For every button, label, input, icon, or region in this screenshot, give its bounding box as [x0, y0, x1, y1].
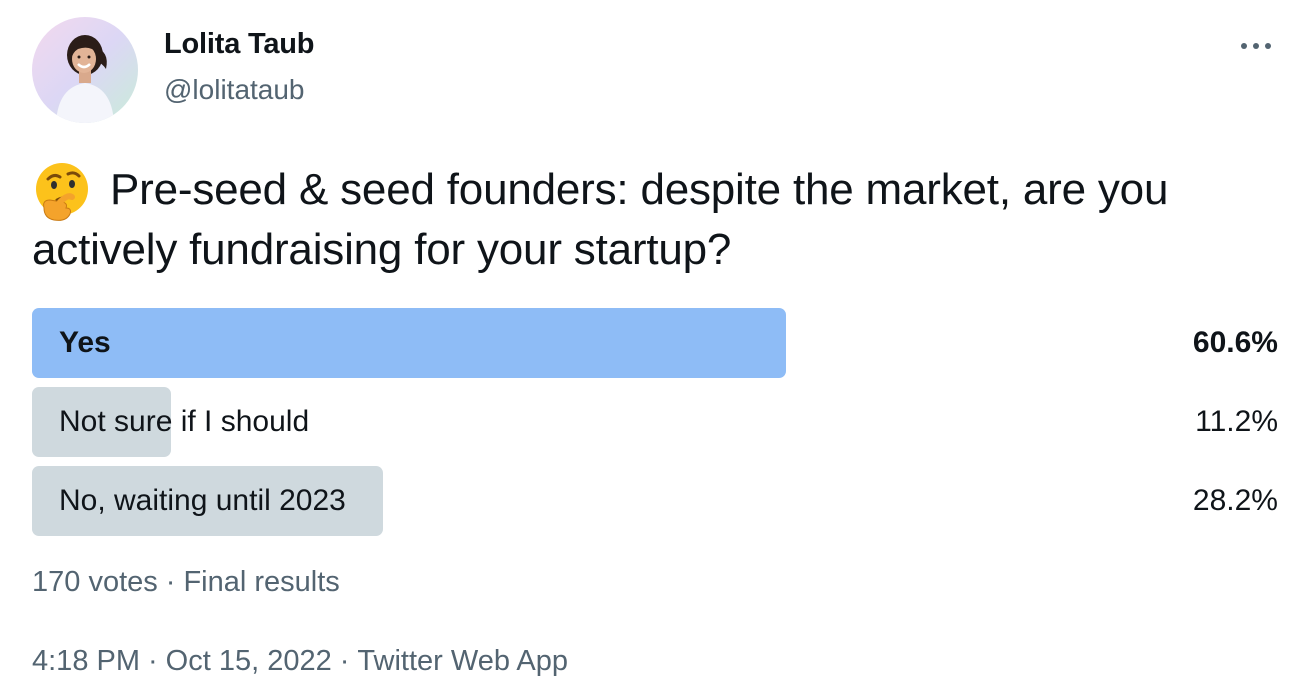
poll-option-label: Yes — [59, 326, 111, 359]
author-display-name[interactable]: Lolita Taub — [164, 28, 315, 61]
author-handle[interactable]: @lolitataub — [164, 74, 305, 106]
more-horizontal-icon — [1241, 43, 1271, 49]
tweet-timestamp: 4:18 PM · Oct 15, 2022 · Twitter Web App — [32, 645, 568, 678]
poll-option-percent: 28.2% — [1192, 484, 1278, 517]
tweet-card: Lolita Taub @lolitataub Pre-seed & seed … — [0, 0, 1306, 700]
tweet-body-text: Pre-seed & seed founders: despite the ma… — [32, 165, 1169, 274]
separator-dot: · — [148, 645, 158, 677]
poll-status: Final results — [183, 566, 340, 598]
separator-dot: · — [165, 566, 176, 598]
poll-option-label: Not sure if I should — [59, 405, 310, 438]
separator-dot: · — [339, 645, 350, 677]
poll-vote-count: 170 votes — [32, 566, 158, 598]
tweet-source[interactable]: Twitter Web App — [357, 645, 568, 677]
poll-option-percent: 11.2% — [1195, 405, 1278, 438]
poll-option-not-sure: Not sure if I should 11.2% — [32, 387, 1278, 457]
poll-summary: 170 votes · Final results — [32, 566, 340, 599]
poll-option-yes: Yes 60.6% — [32, 308, 1278, 378]
poll-option-label: No, waiting until 2023 — [59, 484, 346, 517]
tweet-date[interactable]: Oct 15, 2022 — [166, 645, 332, 677]
avatar[interactable] — [32, 17, 138, 123]
tweet-text: Pre-seed & seed founders: despite the ma… — [32, 160, 1272, 280]
poll-bar — [32, 308, 786, 378]
thinking-face-emoji — [32, 162, 96, 221]
more-options-button[interactable] — [1236, 36, 1276, 56]
poll-option-no-waiting: No, waiting until 2023 28.2% — [32, 466, 1278, 536]
poll-option-percent: 60.6% — [1192, 326, 1278, 359]
profile-photo — [32, 17, 138, 123]
tweet-time[interactable]: 4:18 PM — [32, 645, 140, 677]
